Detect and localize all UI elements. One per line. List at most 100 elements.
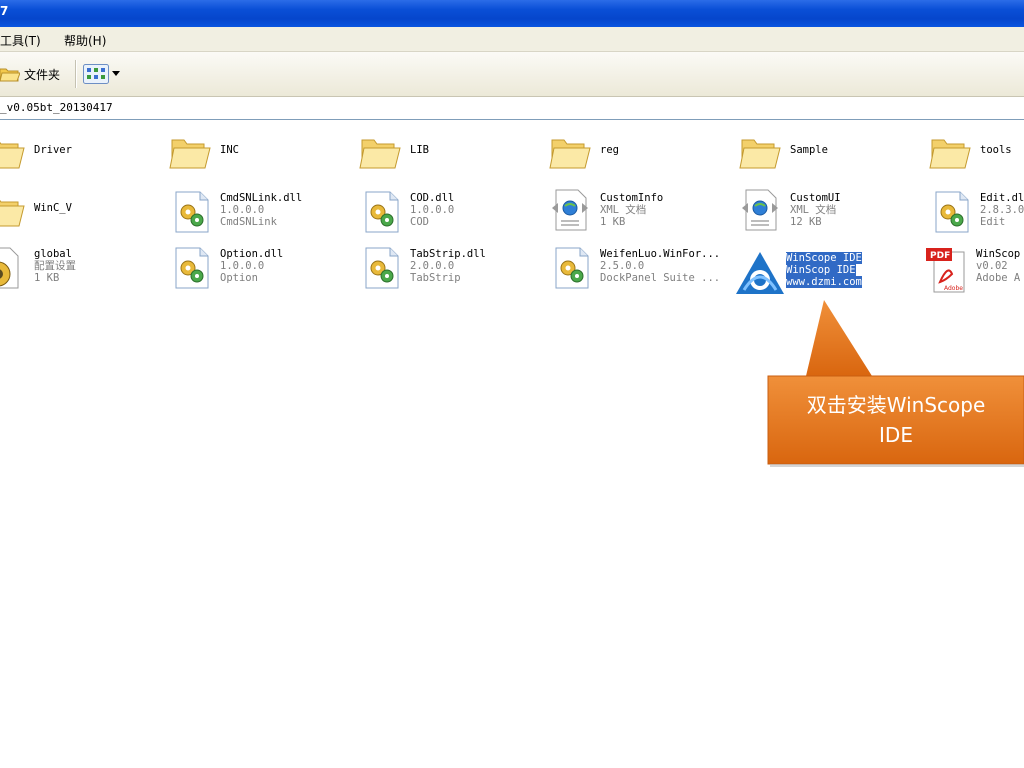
folder-icon	[928, 132, 972, 176]
callout-line-2: IDE	[879, 423, 913, 447]
item-name: Sample	[790, 144, 828, 156]
item-label: CustomInfo XML 文档 1 KB	[600, 192, 663, 228]
item-detail-2: CmdSNLink	[220, 216, 277, 228]
views-button[interactable]	[83, 62, 121, 86]
folders-icon	[0, 68, 20, 82]
file-item[interactable]: global 配置设置 1 KB	[0, 246, 172, 296]
svg-text:PDF: PDF	[930, 251, 950, 261]
item-name: Driver	[34, 144, 72, 156]
folder-icon	[0, 190, 26, 234]
item-detail-2: 1 KB	[34, 272, 60, 284]
item-label: global 配置设置 1 KB	[34, 248, 76, 284]
item-label: WinC_V	[34, 202, 72, 214]
item-name: tools	[980, 144, 1012, 156]
item-label: INC	[220, 144, 239, 156]
item-detail-2: Edit	[980, 216, 1006, 228]
file-item[interactable]: Edit.dl 2.8.3.0 Edit	[928, 190, 1024, 240]
folder-item[interactable]: INC	[168, 132, 358, 182]
views-icon	[83, 64, 109, 84]
file-item[interactable]: TabStrip.dll 2.0.0.0 TabStrip	[358, 246, 548, 296]
file-item[interactable]: Option.dll 1.0.0.0 Option	[168, 246, 358, 296]
callout-pointer	[806, 300, 872, 376]
item-detail-1: XML 文档	[600, 204, 647, 216]
file-item[interactable]: WinScope IDE WinScop IDE www.dzmi.com	[734, 250, 924, 300]
svg-text:Adobe: Adobe	[944, 285, 963, 292]
item-detail-1: 2.8.3.0	[980, 204, 1024, 216]
dll-gear-icon	[172, 246, 212, 294]
dll-gear-icon	[932, 190, 972, 238]
folder-icon	[168, 132, 212, 176]
dll-gear-icon	[362, 190, 402, 238]
item-name: global	[34, 248, 72, 260]
folder-icon	[548, 132, 592, 176]
xml-document-icon	[740, 188, 780, 236]
winscope-logo-icon	[734, 250, 786, 300]
item-label: WinScope IDE WinScop IDE www.dzmi.com	[786, 252, 862, 288]
xml-document-icon	[550, 188, 590, 236]
item-detail-1: XML 文档	[790, 204, 837, 216]
folder-icon	[738, 132, 782, 176]
folder-item[interactable]: Sample	[738, 132, 928, 182]
item-name: CustomUI	[790, 192, 841, 204]
folders-label: 文件夹	[24, 67, 61, 82]
item-name: WinScope IDE	[786, 252, 862, 264]
item-detail-2: 1 KB	[600, 216, 626, 228]
item-label: TabStrip.dll 2.0.0.0 TabStrip	[410, 248, 486, 284]
menu-help[interactable]: 帮助(H)	[64, 32, 106, 49]
item-detail-2: Option	[220, 272, 258, 284]
item-detail-1: 2.0.0.0	[410, 260, 455, 272]
item-name: Edit.dl	[980, 192, 1024, 204]
toolbar-separator	[75, 60, 77, 88]
item-detail-1: 2.5.0.0	[600, 260, 645, 272]
folder-icon	[0, 132, 26, 176]
item-name: WinScop	[976, 248, 1021, 260]
window-title: 7	[0, 4, 9, 18]
item-detail-2: 12 KB	[790, 216, 822, 228]
item-label: Sample	[790, 144, 828, 156]
dll-gear-icon	[362, 246, 402, 294]
toolbar: 文件夹	[0, 52, 1024, 97]
item-label: CustomUI XML 文档 12 KB	[790, 192, 841, 228]
folders-button[interactable]: 文件夹	[0, 62, 60, 86]
file-item[interactable]: CustomUI XML 文档 12 KB	[738, 188, 928, 240]
item-detail-2: www.dzmi.com	[786, 276, 862, 288]
dll-gear-icon	[552, 246, 592, 294]
file-item[interactable]: PDF Adobe WinScop v0.02 Adobe A	[924, 246, 1024, 296]
folder-item[interactable]: reg	[548, 132, 738, 182]
item-detail-2: Adobe A	[976, 272, 1021, 284]
file-item[interactable]: CustomInfo XML 文档 1 KB	[548, 188, 738, 240]
item-detail-1: 配置设置	[34, 260, 76, 272]
menu-tools[interactable]: 工具(T)	[0, 32, 41, 49]
item-name: CmdSNLink.dll	[220, 192, 303, 204]
item-label: Option.dll 1.0.0.0 Option	[220, 248, 283, 284]
item-detail-1: 1.0.0.0	[410, 204, 455, 216]
callout-text: 双击安装WinScope IDE	[768, 390, 1024, 450]
folder-item[interactable]: Driver	[0, 132, 172, 182]
title-bar[interactable]: 7	[0, 0, 1024, 27]
config-settings-icon	[0, 246, 22, 294]
item-detail-1: v0.02	[976, 260, 1008, 272]
item-detail-2: TabStrip	[410, 272, 461, 284]
item-detail-2: COD	[410, 216, 429, 228]
chevron-down-icon	[112, 71, 120, 76]
item-name: TabStrip.dll	[410, 248, 486, 260]
file-item[interactable]: COD.dll 1.0.0.0 COD	[358, 190, 548, 240]
file-item[interactable]: WeifenLuo.WinFor... 2.5.0.0 DockPanel Suit…	[548, 246, 738, 296]
folder-item[interactable]: WinC_V	[0, 190, 172, 240]
item-name: COD.dll	[410, 192, 455, 204]
file-item[interactable]: CmdSNLink.dll 1.0.0.0 CmdSNLink	[168, 190, 358, 240]
address-path: _v0.05bt_20130417	[0, 101, 113, 114]
address-bar[interactable]: _v0.05bt_20130417	[0, 97, 1024, 120]
item-label: WeifenLuo.WinFor... 2.5.0.0 DockPanel Suit…	[600, 248, 720, 284]
item-detail-1: WinScop IDE	[786, 264, 856, 276]
item-name: WinC_V	[34, 202, 72, 214]
pdf-icon: PDF Adobe	[924, 246, 968, 298]
folder-item[interactable]: LIB	[358, 132, 548, 182]
item-label: Edit.dl 2.8.3.0 Edit	[980, 192, 1024, 228]
folder-icon	[358, 132, 402, 176]
folder-item[interactable]: tools	[928, 132, 1024, 182]
item-name: WeifenLuo.WinFor...	[600, 248, 721, 260]
item-label: Driver	[34, 144, 72, 156]
item-label: WinScop v0.02 Adobe A	[976, 248, 1020, 284]
callout-line-1: 双击安装WinScope	[806, 393, 986, 417]
